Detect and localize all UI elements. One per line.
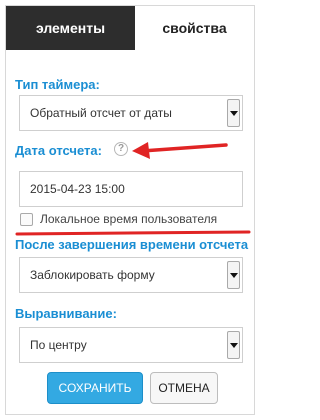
after-finish-select[interactable]: Заблокировать форму: [19, 257, 243, 293]
after-finish-value: Заблокировать форму: [30, 268, 155, 282]
local-time-label: Локальное время пользователя: [40, 212, 218, 226]
countdown-date-input[interactable]: 2015-04-23 15:00: [19, 171, 243, 207]
chevron-down-icon: [227, 261, 240, 289]
alignment-select[interactable]: По центру: [19, 327, 243, 363]
cancel-button[interactable]: ОТМЕНА: [150, 372, 218, 404]
annotation-arrow-icon: [132, 142, 228, 159]
save-button[interactable]: СОХРАНИТЬ: [47, 372, 143, 404]
chevron-down-icon: [227, 99, 240, 127]
tab-properties[interactable]: свойства: [135, 6, 254, 50]
alignment-value: По центру: [30, 338, 87, 352]
after-finish-label: После завершения времени отсчета: [15, 237, 249, 252]
local-time-checkbox[interactable]: [20, 213, 33, 226]
timer-properties-panel: элементы свойства Тип таймера: Обратный …: [5, 5, 255, 415]
countdown-date-value: 2015-04-23 15:00: [30, 182, 125, 196]
timer-type-select[interactable]: Обратный отсчет от даты: [19, 95, 243, 131]
tab-bar: элементы свойства: [6, 6, 254, 50]
timer-type-value: Обратный отсчет от даты: [30, 106, 172, 120]
timer-type-label: Тип таймера:: [15, 77, 100, 92]
alignment-label: Выравнивание:: [15, 306, 117, 321]
help-icon[interactable]: ?: [114, 142, 128, 156]
tab-elements[interactable]: элементы: [6, 6, 135, 50]
chevron-down-icon: [227, 331, 240, 359]
countdown-date-label: Дата отсчета:: [15, 143, 102, 158]
